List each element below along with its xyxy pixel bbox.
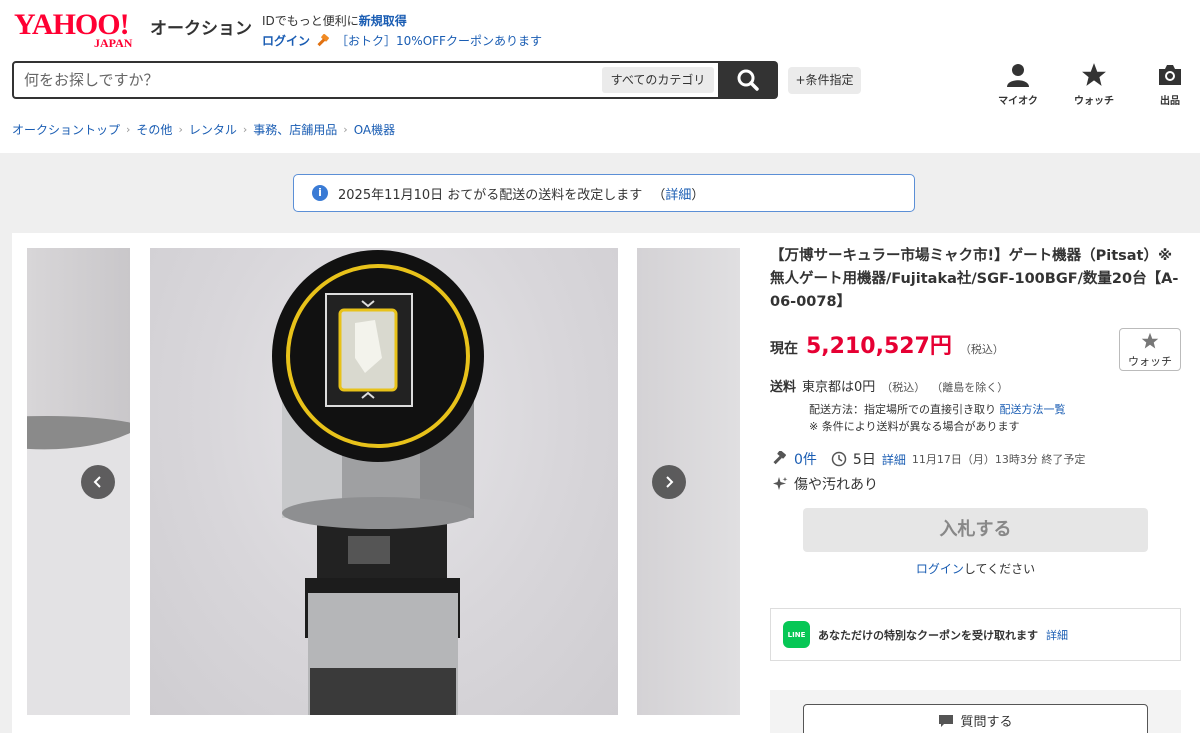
watch-label: ウォッチ <box>1128 355 1172 368</box>
shipping-notice: i 2025年11月10日 おてがる配送の送料を改定します （詳細） <box>293 174 915 212</box>
myauction-label: マイオク <box>998 96 1038 107</box>
shipping-island-note: （離島を除く） <box>931 381 1009 394</box>
price-label: 現在 <box>770 341 798 357</box>
watchlist-button[interactable]: ウォッチ <box>1069 62 1119 107</box>
category-select-button[interactable]: すべてのカテゴリ <box>602 67 714 93</box>
search-input[interactable] <box>24 69 584 91</box>
delivery-method: 配送方法：指定場所での直接引き取り <box>809 403 996 416</box>
next-image-button[interactable] <box>652 465 686 499</box>
login-link-bid[interactable]: ログイン <box>916 562 964 576</box>
current-price: 5,210,527円 <box>806 334 952 359</box>
item-condition: 傷や汚れあり <box>794 477 878 493</box>
product-title: 【万博サーキュラー市場ミャク市!】ゲート機器（Pitsat）※無人ゲート用機器/… <box>770 248 1179 310</box>
bid-count-link[interactable]: 0件 <box>794 449 817 469</box>
star-icon <box>1141 332 1159 349</box>
delivery-note: ※ 条件により送料が異なる場合があります <box>809 420 1020 433</box>
chevron-right-icon: › <box>178 123 183 136</box>
gate-device-image <box>272 250 484 715</box>
shipping-label: 送料 <box>770 380 797 395</box>
camera-icon <box>1159 65 1181 85</box>
sell-label: 出品 <box>1160 96 1180 107</box>
search-bar: すべてのカテゴリ <box>12 61 778 99</box>
myauction-button[interactable]: マイオク <box>993 62 1043 107</box>
line-icon: LINE <box>783 621 810 648</box>
line-coupon-detail-link[interactable]: 詳細 <box>1046 627 1068 643</box>
info-icon: i <box>312 185 328 201</box>
notice-detail-link[interactable]: 詳細 <box>665 188 691 203</box>
notice-text: 2025年11月10日 おてがる配送の送料を改定します <box>338 187 643 203</box>
breadcrumb-item[interactable]: オークショントップ <box>12 121 120 138</box>
star-icon <box>1082 63 1106 86</box>
coupon-link[interactable]: ［おトク］10%OFFクーポンあります <box>336 31 542 51</box>
watchlist-label: ウォッチ <box>1074 96 1114 107</box>
signup-link[interactable]: 新規取得 <box>359 14 407 28</box>
gavel-icon <box>773 451 786 465</box>
breadcrumb-item[interactable]: レンタル <box>189 121 237 138</box>
speech-bubble-icon <box>939 714 954 727</box>
line-coupon-text: あなただけの特別なクーポンを受け取れます <box>818 628 1038 642</box>
notice-paren-close: ） <box>691 187 705 203</box>
auction-meta-row: 0件 5日 詳細 11月17日（月）13時3分 終了予定 <box>772 449 1085 469</box>
price-tax-note: （税込） <box>959 343 1004 356</box>
search-button[interactable] <box>718 61 778 99</box>
hammer-icon <box>317 34 329 47</box>
sparkle-icon <box>773 477 788 490</box>
delivery-method-list-link[interactable]: 配送方法一覧 <box>1000 403 1066 416</box>
shipping-row: 送料 東京都は0円 （税込） （離島を除く） <box>770 376 1008 395</box>
bid-button[interactable]: 入札する <box>803 508 1148 552</box>
promo-area: IDでもっと便利に新規取得 ログイン ［おトク］10%OFFクーポンあります <box>262 11 542 51</box>
time-detail-link[interactable]: 詳細 <box>882 451 906 468</box>
login-suffix: してください <box>963 562 1036 576</box>
yahoo-japan-logo[interactable]: YAHOO! JAPAN <box>14 10 146 50</box>
search-icon <box>737 69 759 91</box>
delivery-detail: 配送方法：指定場所での直接引き取り 配送方法一覧 ※ 条件により送料が異なる場合… <box>809 401 1066 435</box>
question-button[interactable]: 質問する <box>803 704 1148 733</box>
condition-button[interactable]: +条件指定 <box>788 67 861 94</box>
clock-icon <box>831 451 847 467</box>
breadcrumb: オークショントップ › その他 › レンタル › 事務、店舗用品 › OA機器 <box>12 121 395 138</box>
sell-button[interactable]: 出品 <box>1145 62 1195 107</box>
question-label: 質問する <box>960 715 1013 730</box>
chevron-right-icon: › <box>126 123 131 136</box>
promo-prefix: IDでもっと便利に <box>262 14 359 28</box>
product-main-image[interactable] <box>150 248 618 715</box>
logo-sub-text: JAPAN <box>94 36 133 50</box>
condition-row: 傷や汚れあり <box>772 474 878 494</box>
login-prompt: ログインしてください <box>803 560 1148 577</box>
notice-paren-open: （ <box>652 187 666 203</box>
shipping-tax-note: （税込） <box>881 381 926 394</box>
chevron-right-icon: › <box>242 123 248 136</box>
time-left: 5日 <box>852 452 876 468</box>
breadcrumb-item[interactable]: その他 <box>136 121 172 138</box>
chevron-right-icon <box>666 476 674 488</box>
watch-button[interactable]: ウォッチ <box>1119 328 1181 371</box>
breadcrumb-item[interactable]: 事務、店舗用品 <box>253 121 337 138</box>
line-coupon-banner[interactable]: LINE あなただけの特別なクーポンを受け取れます 詳細 <box>770 608 1181 661</box>
price-row: 現在 5,210,527円 （税込） <box>770 328 1004 360</box>
end-time: 11月17日（月）13時3分 終了予定 <box>911 453 1086 466</box>
login-link[interactable]: ログイン <box>262 31 310 51</box>
chevron-left-icon <box>93 476 101 488</box>
user-icon <box>1007 64 1029 87</box>
service-name[interactable]: オークション <box>150 14 252 39</box>
chevron-right-icon: › <box>343 123 348 136</box>
shipping-value: 東京都は0円 <box>802 380 876 395</box>
site-header: YAHOO! JAPAN オークション IDでもっと便利に新規取得 ログイン ［… <box>0 0 1200 153</box>
previous-image-button[interactable] <box>81 465 115 499</box>
breadcrumb-item[interactable]: OA機器 <box>354 121 395 138</box>
